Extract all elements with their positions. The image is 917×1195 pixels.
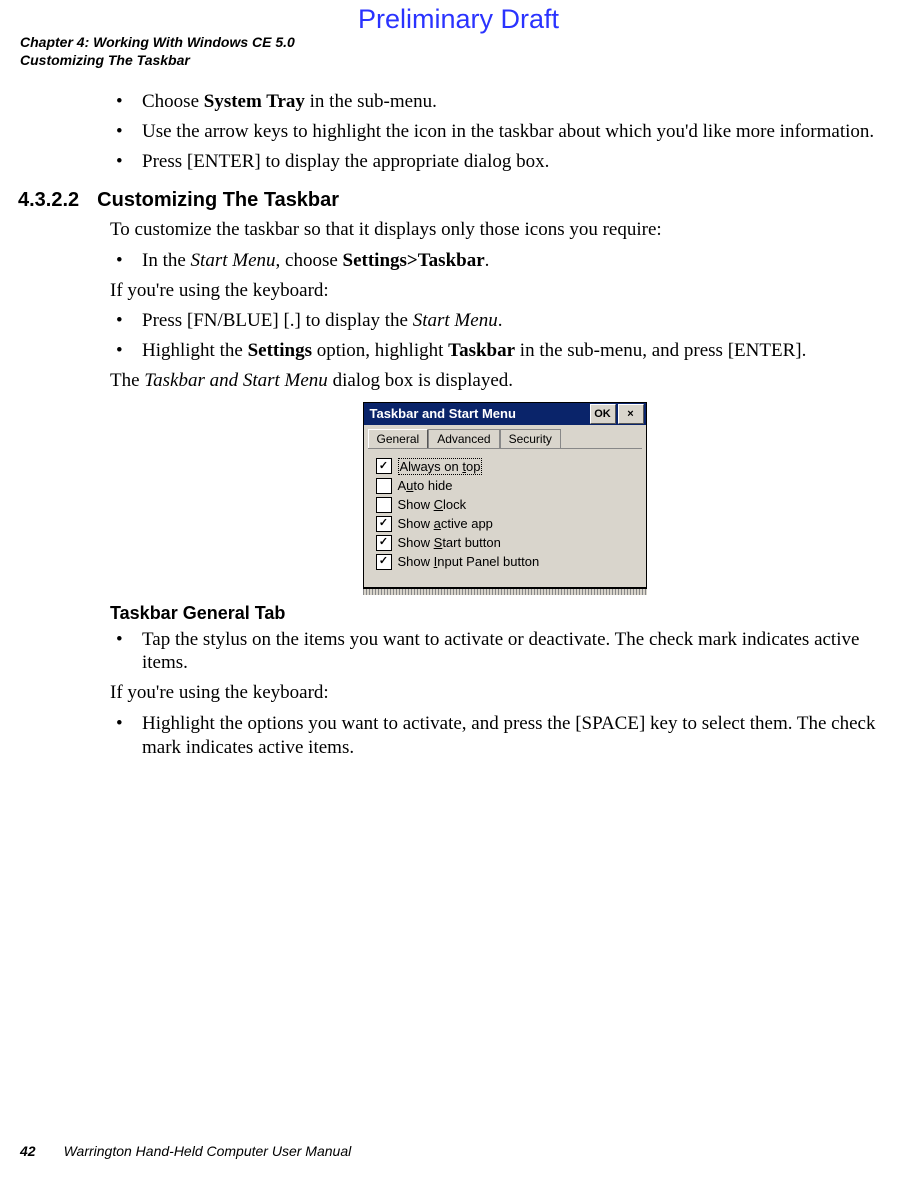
checkbox-icon [376,458,392,474]
close-icon: × [627,408,633,420]
text-bold: System Tray [204,91,305,112]
text-italic: Start Menu [413,310,498,331]
dialog-intro: The Taskbar and Start Menu dialog box is… [110,369,899,394]
list-item: Choose System Tray in the sub-menu. [110,90,899,114]
tab-security[interactable]: Security [500,429,561,448]
text-bold: Settings [248,340,312,361]
text: . [498,310,503,331]
checkbox-icon [376,516,392,532]
tab-general[interactable]: General [368,429,429,448]
text: The [110,370,144,391]
ok-button[interactable]: OK [590,404,616,424]
dialog-panel: Always on top Auto hide Show Clock Show … [368,448,642,583]
option-show-start-button[interactable]: Show Start button [376,535,636,551]
text: Choose [142,91,204,112]
section-number: 4.3.2.2 [18,189,79,212]
list-item: Highlight the Settings option, highlight… [110,339,899,363]
subsection-heading: Taskbar General Tab [110,603,899,624]
checkbox-icon [376,497,392,513]
option-label: Show active app [398,516,493,531]
dialog-screenshot: Taskbar and Start Menu OK × General Adva… [363,402,647,595]
header-chapter: Chapter 4: Working With Windows CE 5.0 [20,34,295,52]
text: Press [FN/BLUE] [.] to display the [142,310,413,331]
checkbox-icon [376,535,392,551]
text-bold: Taskbar [448,340,515,361]
text: Press [ENTER] to display the appropriate… [142,151,549,172]
footer-title: Warrington Hand-Held Computer User Manua… [64,1143,352,1159]
option-label: Show Input Panel button [398,554,540,569]
list-item: Use the arrow keys to highlight the icon… [110,120,899,144]
dialog-bottom-strip [363,588,647,595]
text-bold: Settings>Taskbar [343,250,485,271]
text: in the sub-menu. [305,91,437,112]
tab-advanced[interactable]: Advanced [428,429,499,448]
list-item: Press [ENTER] to display the appropriate… [110,150,899,174]
option-label: Auto hide [398,478,453,493]
text: option, highlight [312,340,448,361]
text: in the sub-menu, and press [ENTER]. [515,340,806,361]
option-label: Show Clock [398,497,467,512]
option-show-input-panel[interactable]: Show Input Panel button [376,554,636,570]
top-bullet-list: Choose System Tray in the sub-menu. Use … [110,90,899,173]
option-always-on-top[interactable]: Always on top [376,458,636,475]
header-section: Customizing The Taskbar [20,52,295,70]
stylus-bullets: Tap the stylus on the items you want to … [110,628,899,676]
list-item: Tap the stylus on the items you want to … [110,628,899,676]
keyboard-bullets-2: Highlight the options you want to activa… [110,712,899,760]
text: Tap the stylus on the items you want to … [142,629,859,674]
page-number: 42 [20,1143,36,1159]
text: Use the arrow keys to highlight the icon… [142,121,874,142]
checkbox-icon [376,478,392,494]
page-footer: 42 Warrington Hand-Held Computer User Man… [20,1143,351,1159]
page-content: Choose System Tray in the sub-menu. Use … [110,90,899,765]
text: Highlight the options you want to activa… [142,713,875,758]
list-item: Highlight the options you want to activa… [110,712,899,760]
option-show-clock[interactable]: Show Clock [376,497,636,513]
option-label: Show Start button [398,535,501,550]
text: Highlight the [142,340,248,361]
keyboard-intro: If you're using the keyboard: [110,279,899,304]
keyboard-bullets: Press [FN/BLUE] [.] to display the Start… [110,309,899,363]
section-heading: 4.3.2.2 Customizing The Taskbar [18,189,899,212]
text: In the [142,250,191,271]
preliminary-draft-watermark: Preliminary Draft [0,4,917,35]
text: dialog box is displayed. [328,370,513,391]
dialog-tabs: General Advanced Security [364,425,646,448]
taskbar-dialog: Taskbar and Start Menu OK × General Adva… [363,402,647,588]
intro-paragraph: To customize the taskbar so that it disp… [110,218,899,243]
option-show-active-app[interactable]: Show active app [376,516,636,532]
section-title: Customizing The Taskbar [97,189,339,211]
dialog-title: Taskbar and Start Menu [370,406,588,421]
option-auto-hide[interactable]: Auto hide [376,478,636,494]
option-label: Always on top [398,458,483,475]
text: , choose [276,250,343,271]
start-menu-bullet: In the Start Menu, choose Settings>Taskb… [110,249,899,273]
checkbox-icon [376,554,392,570]
list-item: Press [FN/BLUE] [.] to display the Start… [110,309,899,333]
close-button[interactable]: × [618,404,644,424]
text: . [485,250,490,271]
text-italic: Taskbar and Start Menu [144,370,328,391]
list-item: In the Start Menu, choose Settings>Taskb… [110,249,899,273]
running-header: Chapter 4: Working With Windows CE 5.0 C… [20,34,295,69]
keyboard-intro-2: If you're using the keyboard: [110,681,899,706]
text-italic: Start Menu [191,250,276,271]
dialog-titlebar: Taskbar and Start Menu OK × [364,403,646,425]
